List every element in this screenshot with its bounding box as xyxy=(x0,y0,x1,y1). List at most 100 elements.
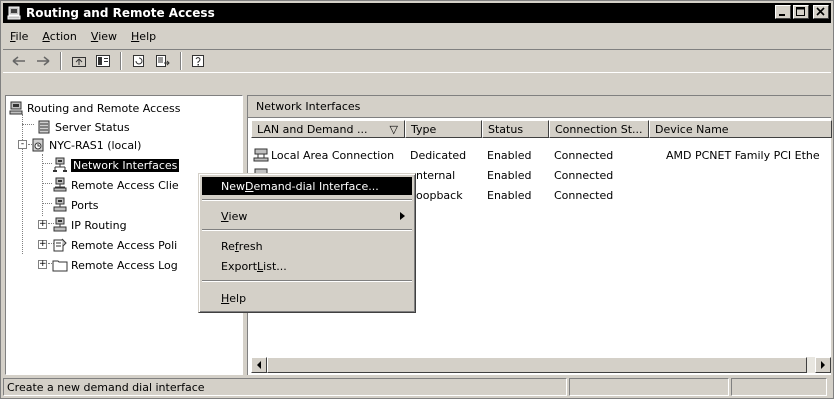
menu-action[interactable]: Action xyxy=(35,30,83,43)
interface-type: Dedicated xyxy=(410,148,467,162)
menu-file[interactable]: File xyxy=(3,30,35,43)
forward-button[interactable] xyxy=(33,52,53,70)
expand-expander[interactable]: + xyxy=(38,260,47,269)
table-row[interactable]: Local Area Connection xyxy=(253,146,405,164)
menu-item-refresh[interactable]: Re f resh xyxy=(202,237,412,255)
status-panel xyxy=(569,378,729,396)
menu-item-label: New xyxy=(221,179,245,193)
column-header-connection-state[interactable]: Connection St... xyxy=(549,120,649,138)
menu-bar: File Action View Help xyxy=(3,26,831,46)
tree-item-label: NYC-RAS1 (local) xyxy=(49,138,142,152)
tree-item-label: Remote Access Log xyxy=(71,258,178,272)
scroll-right-button[interactable] xyxy=(815,357,831,373)
tree-line xyxy=(22,124,34,125)
minimize-button[interactable] xyxy=(775,5,791,19)
submenu-arrow-icon xyxy=(400,212,405,220)
tree-line xyxy=(42,183,52,184)
tree-item-remote-access-policies[interactable]: Remote Access Poli xyxy=(52,236,177,254)
mmc-window: Routing and Remote Access File Action Vi… xyxy=(0,0,834,399)
horizontal-scrollbar[interactable] xyxy=(251,357,831,373)
refresh-button[interactable] xyxy=(129,52,149,70)
export-list-button[interactable] xyxy=(153,52,173,70)
close-button[interactable] xyxy=(813,5,829,19)
up-one-level-button[interactable] xyxy=(69,52,89,70)
menu-item-label: Export xyxy=(221,259,258,273)
server-local-icon xyxy=(32,138,44,152)
menu-view-label: iew xyxy=(98,29,118,43)
tree-item-remote-access-clients[interactable]: Remote Access Clie xyxy=(52,176,179,194)
tree-item-server-status[interactable]: Server Status xyxy=(36,118,130,136)
show-hide-tree-button[interactable] xyxy=(93,52,113,70)
tree-item-ports[interactable]: Ports xyxy=(52,196,99,214)
menu-item-label: iew xyxy=(228,209,248,223)
scrollbar-thumb[interactable] xyxy=(267,357,807,373)
tree-item-label: Routing and Remote Access xyxy=(27,101,181,115)
interface-connection-state: Connected xyxy=(554,148,614,162)
remote-clients-icon xyxy=(53,177,67,192)
back-icon xyxy=(12,56,25,66)
interface-status: Enabled xyxy=(487,168,532,182)
tree-item-remote-access-logging[interactable]: Remote Access Log xyxy=(52,256,178,274)
help-icon xyxy=(192,55,204,67)
lan-connection-icon xyxy=(253,148,269,162)
interface-status: Enabled xyxy=(487,148,532,162)
scroll-left-button[interactable] xyxy=(251,357,267,373)
minimize-icon xyxy=(779,14,785,16)
menu-item-mnemonic: V xyxy=(221,209,229,223)
export-list-icon xyxy=(156,55,170,67)
network-interfaces-icon xyxy=(53,157,67,172)
expand-expander[interactable]: + xyxy=(38,220,47,229)
menu-item-label: ist... xyxy=(263,259,287,273)
tree-line xyxy=(22,114,23,254)
toolbar-separator xyxy=(180,52,182,70)
menu-item-view[interactable]: View xyxy=(202,207,412,225)
interface-type: nternal xyxy=(416,168,456,182)
server-status-icon xyxy=(38,120,50,134)
tree-item-label: IP Routing xyxy=(71,218,127,232)
status-bar: Create a new demand dial interface xyxy=(3,378,831,398)
back-button[interactable] xyxy=(9,52,29,70)
tree-item-label: Remote Access Poli xyxy=(71,238,178,252)
interface-status: Enabled xyxy=(487,188,532,202)
title-bar[interactable]: Routing and Remote Access xyxy=(3,3,831,23)
policy-icon xyxy=(53,238,67,252)
column-header-type[interactable]: Type xyxy=(405,120,482,138)
maximize-button[interactable] xyxy=(793,5,809,19)
ip-routing-icon xyxy=(53,217,67,232)
server-icon xyxy=(9,101,23,115)
details-pane-title: Network Interfaces xyxy=(248,96,831,118)
menu-item-help[interactable]: Help xyxy=(202,289,412,307)
refresh-icon xyxy=(133,55,144,67)
help-button[interactable] xyxy=(189,52,209,70)
tree-item-label: Remote Access Clie xyxy=(71,178,179,192)
context-menu: New Demand-dial Interface... View Re f res… xyxy=(198,173,416,313)
menu-item-mnemonic: H xyxy=(221,291,230,305)
interface-device-name: AMD PCNET Family PCI Ethe xyxy=(666,148,820,162)
maximize-icon xyxy=(796,7,805,16)
column-header-device-name[interactable]: Device Name xyxy=(649,120,832,138)
tree-item-network-interfaces[interactable]: Network Interfaces xyxy=(52,156,180,174)
tree-item-routing-root[interactable]: Routing and Remote Access xyxy=(8,99,180,117)
column-header-label: Type xyxy=(411,122,437,136)
expand-expander[interactable]: + xyxy=(38,240,47,249)
tree-item-label: Ports xyxy=(71,198,99,212)
column-header-label: LAN and Demand ... xyxy=(257,122,368,136)
menu-separator xyxy=(202,199,412,201)
menu-item-export-list[interactable]: Export List... xyxy=(202,257,412,275)
sort-descending-icon: ▽ xyxy=(389,122,398,136)
menu-item-new-demand-dial-interface[interactable]: New Demand-dial Interface... xyxy=(202,177,412,195)
show-hide-tree-icon xyxy=(96,55,110,67)
collapse-expander[interactable]: - xyxy=(18,140,27,149)
arrow-right-icon xyxy=(821,361,825,369)
tree-item-ip-routing[interactable]: IP Routing xyxy=(52,216,127,234)
menu-view[interactable]: View xyxy=(84,30,124,43)
menu-help[interactable]: Help xyxy=(124,30,163,43)
menu-item-label: elp xyxy=(229,291,247,305)
tree-item-label: Server Status xyxy=(55,120,130,134)
column-header-status[interactable]: Status xyxy=(482,120,549,138)
menu-separator xyxy=(202,229,412,231)
tree-item-nyc-ras1[interactable]: NYC-RAS1 (local) xyxy=(30,136,141,154)
column-header-name[interactable]: LAN and Demand ... ▽ xyxy=(251,120,405,138)
folder-icon xyxy=(52,260,68,272)
status-text: Create a new demand dial interface xyxy=(3,378,567,396)
